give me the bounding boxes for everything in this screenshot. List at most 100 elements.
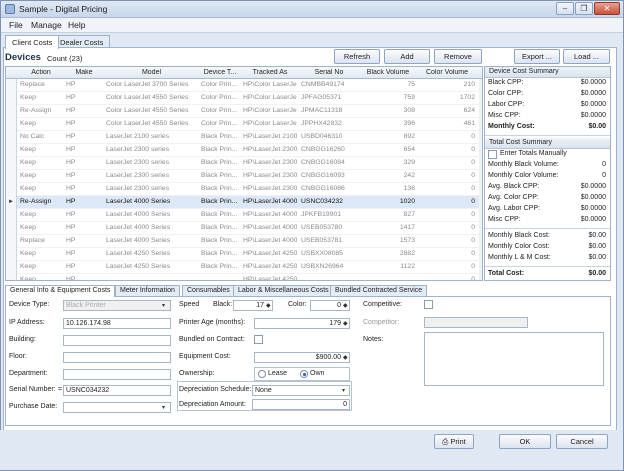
depreciation-amount-field[interactable]: 0	[252, 399, 350, 410]
print-button[interactable]: ⎙ Print	[434, 434, 474, 449]
grid-cell[interactable]: 0	[419, 224, 475, 231]
grid-cell[interactable]: 242	[361, 172, 415, 179]
grid-cell[interactable]: Color LaserJet 4550 Series	[106, 107, 197, 114]
grid-cell[interactable]: LaserJet 4000 Series	[106, 224, 197, 231]
grid-cell[interactable]: 759	[361, 94, 415, 101]
ok-button[interactable]: OK	[499, 434, 551, 449]
export-button[interactable]: Export ...	[514, 49, 560, 64]
grid-cell[interactable]: 0	[419, 185, 475, 192]
grid-cell[interactable]: 75	[361, 81, 415, 88]
grid-cell[interactable]: JPKFB19901	[301, 211, 357, 218]
grid-cell[interactable]: HP	[66, 133, 102, 140]
grid-cell[interactable]: Keep	[20, 224, 62, 231]
grid-cell[interactable]: HP\LaserJet 4250	[243, 250, 297, 257]
grid-cell[interactable]: 892	[361, 133, 415, 140]
grid-cell[interactable]: Keep	[20, 276, 62, 280]
col-action[interactable]: Action	[18, 69, 64, 76]
grid-cell[interactable]: HP\Color LaserJe...	[243, 107, 297, 114]
grid-cell[interactable]: HP\LaserJet 4250...	[243, 276, 297, 280]
grid-cell[interactable]: 0	[419, 133, 475, 140]
grid-cell[interactable]: Replace	[20, 237, 62, 244]
grid-cell[interactable]: 827	[361, 211, 415, 218]
stepper-icon[interactable]: ◆	[343, 320, 348, 327]
grid-cell[interactable]: LaserJet 2300 series	[106, 159, 197, 166]
grid-cell[interactable]: Keep	[20, 250, 62, 257]
row-header[interactable]	[6, 183, 17, 196]
device-type-select[interactable]: Black Printer	[63, 300, 171, 311]
grid-cell[interactable]: LaserJet 4000 Series	[106, 237, 197, 244]
grid-cell[interactable]: LaserJet 4250 Series	[106, 250, 197, 257]
row-header[interactable]	[6, 248, 17, 261]
grid-cell[interactable]: HP	[66, 211, 102, 218]
bundled-checkbox[interactable]	[254, 335, 263, 344]
grid-cell[interactable]: HP\LaserJet 4000...	[243, 237, 297, 244]
depreciation-schedule-select[interactable]: None	[252, 385, 350, 396]
grid-cell[interactable]: JPFAG05371	[301, 94, 357, 101]
row-header[interactable]	[6, 118, 17, 131]
grid-cell[interactable]: 0	[419, 276, 475, 280]
grid-cell[interactable]: USNC034232	[301, 198, 357, 205]
enter-totals-row[interactable]: Enter Totals Manually	[485, 149, 610, 160]
grid-cell[interactable]: LaserJet 4000 Series	[106, 198, 197, 205]
row-header[interactable]	[6, 274, 17, 280]
menu-help[interactable]: Help	[68, 20, 85, 30]
load-button[interactable]: Load ...	[563, 49, 610, 64]
grid-cell[interactable]: Black Prin...	[201, 172, 239, 179]
grid-cell[interactable]: 0	[419, 250, 475, 257]
grid-cell[interactable]: 0	[419, 159, 475, 166]
grid-cell[interactable]: No Calc	[20, 133, 62, 140]
col-color-volume[interactable]: Color Volume	[417, 69, 477, 76]
grid-cell[interactable]: HP\Color LaserJe...	[243, 94, 297, 101]
row-header[interactable]	[6, 79, 17, 92]
grid-cell[interactable]: LaserJet 2300 series	[106, 185, 197, 192]
department-field[interactable]	[63, 369, 171, 380]
grid-cell[interactable]: HP\LaserJet 2300...	[243, 146, 297, 153]
lease-radio[interactable]	[258, 370, 266, 378]
grid-cell[interactable]: HP	[66, 263, 102, 270]
competitor-field[interactable]	[424, 317, 528, 328]
grid-cell[interactable]: Black Prin...	[201, 263, 239, 270]
grid-cell[interactable]: HP	[66, 250, 102, 257]
grid-cell[interactable]: Keep	[20, 211, 62, 218]
grid-cell[interactable]: 136	[361, 185, 415, 192]
table-row[interactable]: Keep HP LaserJet 4000 Series Black Prin... H…	[6, 222, 482, 235]
grid-cell[interactable]: Keep	[20, 185, 62, 192]
row-header[interactable]	[6, 92, 17, 105]
cancel-button[interactable]: Cancel	[556, 434, 608, 449]
grid-cell[interactable]: Keep	[20, 263, 62, 270]
col-tracked-as[interactable]: Tracked As	[241, 69, 299, 76]
grid-cell[interactable]: LaserJet 4250 Series	[106, 263, 197, 270]
grid-cell[interactable]: CNBGG16086	[301, 185, 357, 192]
grid-cell[interactable]: 1573	[361, 237, 415, 244]
grid-cell[interactable]: 0	[419, 198, 475, 205]
printer-age-field[interactable]: 179	[254, 318, 350, 329]
row-header[interactable]	[6, 170, 17, 183]
grid-cell[interactable]: USEB053780	[301, 224, 357, 231]
add-button[interactable]: Add	[384, 49, 430, 64]
grid-cell[interactable]: Black Prin...	[201, 224, 239, 231]
grid-cell[interactable]: 308	[361, 107, 415, 114]
grid-cell[interactable]: 654	[361, 146, 415, 153]
grid-cell[interactable]: Color Prin...	[201, 94, 239, 101]
building-field[interactable]	[63, 335, 171, 346]
grid-cell[interactable]: HP\LaserJet 2300...	[243, 172, 297, 179]
grid-cell[interactable]: HP\LaserJet 2300...	[243, 159, 297, 166]
table-row[interactable]: ► Re-Assign HP LaserJet 4000 Series Black Pr…	[6, 196, 482, 209]
table-row[interactable]: Keep HP LaserJet 2300 series Black Prin... H…	[6, 170, 482, 183]
grid-cell[interactable]: 1417	[361, 224, 415, 231]
grid-cell[interactable]: Re-Assign	[20, 107, 62, 114]
grid-cell[interactable]: Color Prin...	[201, 81, 239, 88]
tab-client-costs[interactable]: Client Costs	[5, 35, 60, 49]
grid-cell[interactable]: HP	[66, 185, 102, 192]
grid-cell[interactable]: HP	[66, 146, 102, 153]
ip-address-field[interactable]: 10.126.174.98	[63, 318, 171, 329]
grid-cell[interactable]: LaserJet 4000 Series	[106, 211, 197, 218]
menu-manage[interactable]: Manage	[31, 20, 62, 30]
grid-cell[interactable]: HP	[66, 81, 102, 88]
grid-cell[interactable]: Keep	[20, 159, 62, 166]
maximize-button[interactable]: ❐	[575, 2, 593, 15]
grid-cell[interactable]: HP\Color LaserJe...	[243, 120, 297, 127]
grid-cell[interactable]: HP	[66, 94, 102, 101]
grid-cell[interactable]: USBXN26964	[301, 263, 357, 270]
grid-cell[interactable]: Keep	[20, 146, 62, 153]
